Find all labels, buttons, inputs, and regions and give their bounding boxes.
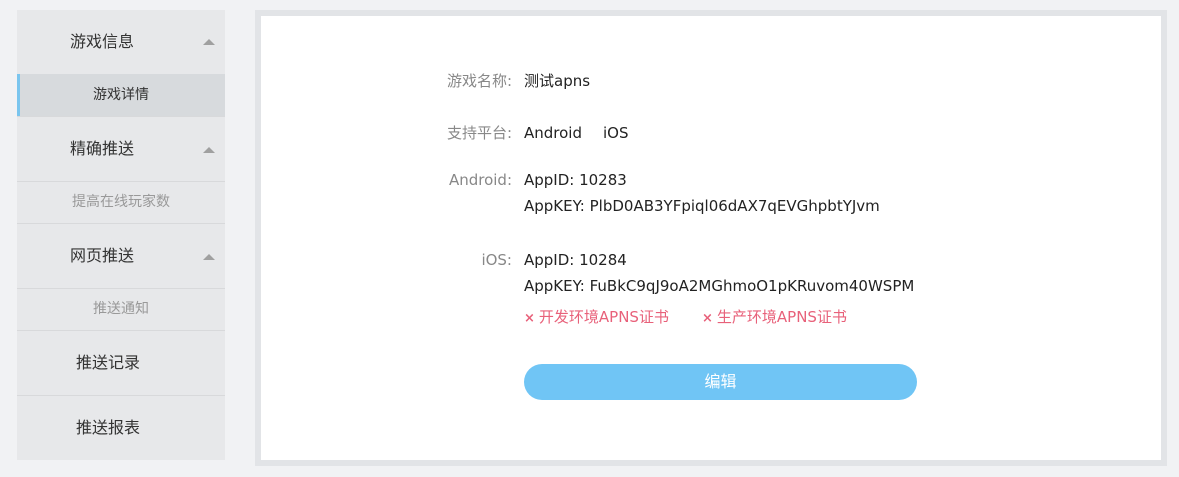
sidebar-item-push-reports[interactable]: 推送报表 [17, 396, 225, 460]
game-detail-panel: 游戏名称: 测试apns 支持平台: Android iOS Android: … [255, 10, 1167, 466]
sidebar-group-web-push[interactable]: 网页推送 [17, 224, 225, 288]
dev-cert-link[interactable]: × 开发环境APNS证书 [524, 307, 669, 329]
sidebar-item-label: 推送记录 [76, 353, 141, 372]
sidebar-group-label: 网页推送 [70, 246, 135, 265]
sidebar-item-label: 推送报表 [76, 418, 141, 437]
platform-label: 支持平台: [446, 124, 512, 142]
sidebar-group-game-info[interactable]: 游戏信息 [17, 10, 225, 74]
ios-appkey: AppKEY: FuBkC9qJ9oA2MGhmoO1pKRuvom40WSPM [524, 277, 915, 295]
ios-appid: AppID: 10284 [524, 251, 627, 269]
android-appid: AppID: 10283 [524, 171, 627, 189]
close-icon: × [524, 311, 535, 326]
game-name-label: 游戏名称: [446, 72, 512, 90]
sidebar-group-label: 游戏信息 [70, 32, 135, 51]
android-appkey: AppKEY: PlbD0AB3YFpiql06dAX7qEVGhpbtYJvm [524, 197, 880, 215]
sidebar-item-label: 提高在线玩家数 [72, 194, 170, 210]
close-icon: × [702, 311, 713, 326]
sidebar-item-label: 游戏详情 [93, 87, 149, 103]
prod-cert-link[interactable]: × 生产环境APNS证书 [702, 307, 847, 329]
sidebar-item-push-records[interactable]: 推送记录 [17, 331, 225, 395]
sidebar: 游戏信息 游戏详情 精确推送 提高在线玩家数 网页推送 推送通知 推送记录 推送… [17, 10, 225, 460]
sidebar-item-game-details[interactable]: 游戏详情 [17, 74, 225, 116]
prod-cert-label: 生产环境APNS证书 [716, 308, 847, 326]
game-name-value: 测试apns [524, 72, 591, 90]
ios-label: iOS: [481, 251, 512, 269]
sidebar-item-increase-online-players[interactable]: 提高在线玩家数 [17, 182, 225, 224]
platform-android: Android [524, 124, 582, 142]
sidebar-item-label: 推送通知 [93, 301, 149, 317]
android-label: Android: [448, 171, 512, 189]
dev-cert-label: 开发环境APNS证书 [538, 308, 669, 326]
platform-ios: iOS [603, 124, 629, 142]
sidebar-group-precise-push[interactable]: 精确推送 [17, 117, 225, 181]
sidebar-group-label: 精确推送 [70, 139, 135, 158]
chevron-up-icon [203, 147, 215, 153]
chevron-up-icon [203, 39, 215, 45]
chevron-up-icon [203, 254, 215, 260]
edit-button[interactable]: 编辑 [524, 364, 917, 400]
sidebar-item-push-notification[interactable]: 推送通知 [17, 289, 225, 331]
